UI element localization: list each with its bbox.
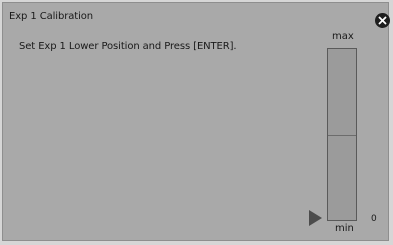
dialog-title: Exp 1 Calibration xyxy=(9,11,94,22)
triangle-right-icon xyxy=(309,210,322,226)
position-gauge xyxy=(327,48,357,221)
close-icon[interactable] xyxy=(375,13,390,28)
instruction-text: Set Exp 1 Lower Position and Press [ENTE… xyxy=(19,41,237,52)
gauge-value-label: 0 xyxy=(371,214,377,224)
gauge-max-label: max xyxy=(332,31,354,42)
gauge-min-label: min xyxy=(335,223,354,234)
calibration-dialog: Exp 1 Calibration Set Exp 1 Lower Positi… xyxy=(2,2,390,241)
gauge-midline xyxy=(328,134,356,136)
close-x-glyph xyxy=(378,16,387,25)
